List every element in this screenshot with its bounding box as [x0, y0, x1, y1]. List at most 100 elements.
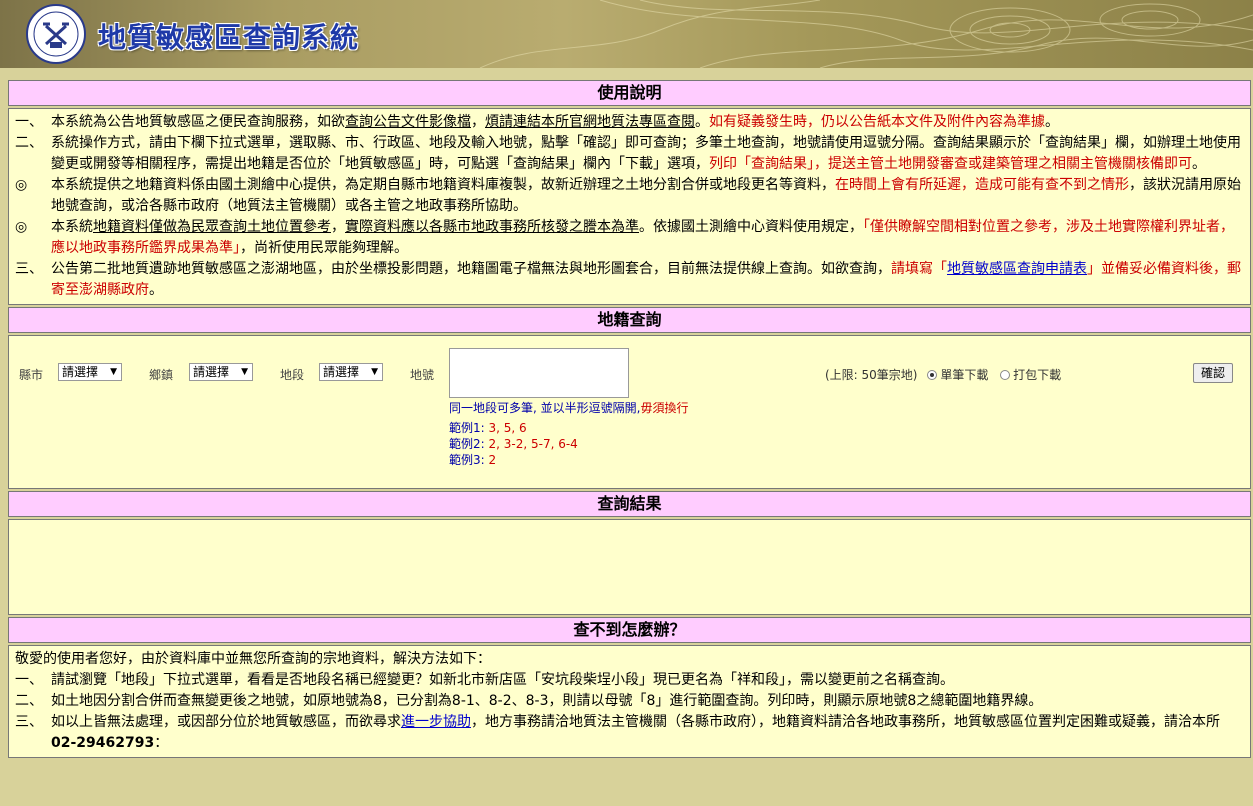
list-item-text: 公告第二批地質遺跡地質敏感區之澎湖地區，由於坐標投影問題，地籍圖電子檔無法與地形…: [51, 259, 1244, 301]
text-segment: 。: [1045, 114, 1059, 130]
example-2: 範例2: 2, 3-2, 5-7, 6-4: [449, 436, 578, 452]
list-item-text: 系統操作方式，請由下欄下拉式選單，選取縣、市、行政區、地段及輸入地號，點擊「確認…: [51, 133, 1244, 175]
list-item-text: 如土地因分割合併而查無變更後之地號，如原地號為8，已分割為8-1、8-2、8-3…: [51, 691, 1244, 712]
example-value: 2: [488, 453, 497, 467]
parcel-hint-warning: 毋須換行: [640, 401, 689, 415]
help-item: 三、 如以上皆無法處理，或因部分位於地質敏感區，而欲尋求進一步協助，地方事務請洽地…: [15, 712, 1244, 754]
chevron-down-icon: ▼: [371, 367, 378, 377]
section-select[interactable]: 請選擇 ▼: [319, 363, 383, 381]
example-value: 2, 3-2, 5-7, 6-4: [488, 437, 578, 451]
county-label: 縣市: [19, 368, 44, 382]
township-select-value: 請選擇: [193, 365, 230, 379]
limit-text: (上限: 50筆宗地): [825, 368, 918, 382]
single-download-label: 單筆下載: [940, 368, 989, 382]
list-item-text: 本系統地籍資料僅做為民眾查詢土地位置參考，實際資料應以各縣市地政事務所核發之謄本…: [51, 217, 1244, 259]
bulk-download-radio[interactable]: [1000, 370, 1011, 380]
usage-item: 一、 本系統為公告地質敏感區之便民查詢服務，如欲查詢公告文件影像檔，煩請連結本所官…: [15, 112, 1244, 133]
text-segment: 。: [149, 282, 163, 298]
text-segment: 本系統為公告地質敏感區之便民查詢服務，如欲: [51, 114, 345, 130]
list-item-text: 請試瀏覽「地段」下拉式選單，看看是否地段名稱已經變更？如新北市新店區「安坑段柴埕…: [51, 670, 1244, 691]
text-segment: ，: [471, 114, 485, 130]
text-segment[interactable]: 地籍資料僅做為民眾查詢土地位置參考: [93, 219, 331, 235]
site-title: 地質敏感區查詢系統: [98, 21, 360, 54]
text-segment[interactable]: 實際資料應以各縣市地政事務所核發之謄本為準: [345, 219, 639, 235]
help-section-title: 查不到怎麼辦？: [8, 617, 1251, 643]
agency-seal-icon: [26, 4, 86, 64]
text-segment: 請填寫「: [891, 261, 947, 277]
list-marker: ◎: [15, 177, 28, 193]
example-label: 範例1:: [449, 421, 489, 435]
list-item-text: 本系統提供之地籍資料係由國土測繪中心提供，為定期自縣市地籍資料庫複製，故新近辦理…: [51, 175, 1244, 217]
usage-item: 三、 公告第二批地質遺跡地質敏感區之澎湖地區，由於坐標投影問題，地籍圖電子檔無法與…: [15, 259, 1244, 301]
parcel-label: 地號: [410, 368, 435, 382]
example-label: 範例2:: [449, 437, 489, 451]
usage-section: 一、 本系統為公告地質敏感區之便民查詢服務，如欲查詢公告文件影像檔，煩請連結本所官…: [8, 108, 1251, 305]
township-select[interactable]: 請選擇 ▼: [189, 363, 253, 381]
usage-item: ◎ 本系統地籍資料僅做為民眾查詢土地位置參考，實際資料應以各縣市地政事務所核發之謄…: [15, 217, 1244, 259]
text-segment: 。: [1192, 156, 1206, 172]
text-segment[interactable]: 查詢公告文件影像檔: [345, 114, 471, 130]
text-segment: 如以上皆無法處理，或因部分位於地質敏感區，而欲尋求: [51, 714, 401, 730]
bulk-download-label: 打包下載: [1013, 368, 1062, 382]
text-segment: ，尚祈使用民眾能夠理解。: [240, 240, 408, 256]
cadastre-query-panel: 縣市 請選擇 ▼ 鄉鎮 請選擇 ▼ 地段 請選擇 ▼ 地號 同一地段可多筆, 並…: [8, 335, 1251, 489]
help-items: 一、 請試瀏覽「地段」下拉式選單，看看是否地段名稱已經變更？如新北市新店區「安坑段…: [15, 670, 1244, 754]
example-value: 3, 5, 6: [488, 421, 527, 435]
list-marker: ◎: [15, 219, 28, 235]
usage-section-title: 使用說明: [8, 80, 1251, 106]
inline-link[interactable]: 進一步協助: [401, 714, 471, 730]
parcel-number-textarea[interactable]: [449, 348, 629, 398]
section-select-value: 請選擇: [323, 365, 360, 379]
example-3: 範例3: 2: [449, 452, 496, 468]
example-1: 範例1: 3, 5, 6: [449, 420, 527, 436]
text-segment: 02-29462793: [51, 735, 155, 751]
help-section: 敬愛的使用者您好，由於資料庫中並無您所查詢的宗地資料，解決方法如下： 一、 請試瀏…: [8, 645, 1251, 758]
chevron-down-icon: ▼: [241, 367, 248, 377]
list-marker: 一、: [15, 114, 43, 130]
text-segment: 本系統提供之地籍資料係由國土測繪中心提供，為定期自縣市地籍資料庫複製，故新近辦理…: [51, 177, 835, 193]
results-panel: [8, 519, 1251, 615]
text-segment: 如有疑義發生時，仍以公告紙本文件及附件內容為準據: [709, 114, 1045, 130]
text-segment: 請試瀏覽「地段」下拉式選單，看看是否地段名稱已經變更？如新北市新店區「安坑段柴埕…: [51, 672, 954, 688]
main-content: 使用說明 一、 本系統為公告地質敏感區之便民查詢服務，如欲查詢公告文件影像檔，煩請…: [8, 80, 1251, 760]
header-banner: 地質敏感區查詢系統: [0, 0, 1253, 68]
text-segment: 。: [695, 114, 709, 130]
text-segment: 列印「查詢結果」，提送主管土地開發審查或建築管理之相關主管機關核備即可: [709, 156, 1192, 172]
usage-item: ◎ 本系統提供之地籍資料係由國土測繪中心提供，為定期自縣市地籍資料庫複製，故新近辦…: [15, 175, 1244, 217]
text-segment: 在時間上會有所延遲，造成可能有查不到之情形: [835, 177, 1129, 193]
section-label: 地段: [280, 368, 305, 382]
inline-link[interactable]: 地質敏感區查詢申請表: [947, 261, 1087, 277]
confirm-button[interactable]: 確認: [1193, 363, 1233, 383]
list-marker: 二、: [15, 693, 43, 709]
help-item: 一、 請試瀏覽「地段」下拉式選單，看看是否地段名稱已經變更？如新北市新店區「安坑段…: [15, 670, 1244, 691]
list-item-text: 本系統為公告地質敏感區之便民查詢服務，如欲查詢公告文件影像檔，煩請連結本所官網地…: [51, 112, 1244, 133]
list-marker: 二、: [15, 135, 43, 151]
cadastre-section-title: 地籍查詢: [8, 307, 1251, 333]
results-section-title: 查詢結果: [8, 491, 1251, 517]
single-download-radio[interactable]: [927, 370, 938, 380]
list-marker: 一、: [15, 672, 43, 688]
county-select-value: 請選擇: [62, 365, 99, 379]
text-segment: ，地方事務請洽地質法主管機關（各縣市政府），地籍資料請洽各地政事務所，地質敏感區…: [471, 714, 1220, 730]
example-label: 範例3:: [449, 453, 489, 467]
list-item-text: 如以上皆無法處理，或因部分位於地質敏感區，而欲尋求進一步協助，地方事務請洽地質法…: [51, 712, 1244, 754]
text-segment: 。依據國土測繪中心資料使用規定，: [639, 219, 863, 235]
text-segment: 本系統: [51, 219, 93, 235]
list-marker: 三、: [15, 261, 43, 277]
help-list: 敬愛的使用者您好，由於資料庫中並無您所查詢的宗地資料，解決方法如下： 一、 請試瀏…: [9, 646, 1250, 757]
list-marker: 三、: [15, 714, 43, 730]
county-select[interactable]: 請選擇 ▼: [58, 363, 122, 381]
chevron-down-icon: ▼: [110, 367, 117, 377]
text-segment: ，: [331, 219, 345, 235]
text-segment: 公告第二批地質遺跡地質敏感區之澎湖地區，由於坐標投影問題，地籍圖電子檔無法與地形…: [51, 261, 891, 277]
download-options: (上限: 50筆宗地) 單筆下載 打包下載: [825, 366, 1061, 383]
help-intro-text: 敬愛的使用者您好，由於資料庫中並無您所查詢的宗地資料，解決方法如下：: [15, 651, 491, 667]
township-label: 鄉鎮: [149, 368, 174, 382]
text-segment: ：: [154, 735, 169, 751]
help-item: 二、 如土地因分割合併而查無變更後之地號，如原地號為8，已分割為8-1、8-2、8…: [15, 691, 1244, 712]
usage-item: 二、 系統操作方式，請由下欄下拉式選單，選取縣、市、行政區、地段及輸入地號，點擊「…: [15, 133, 1244, 175]
parcel-hint-text: 同一地段可多筆, 並以半形逗號隔開,: [449, 401, 641, 415]
text-segment[interactable]: 煩請連結本所官網地質法專區查閱: [485, 114, 695, 130]
usage-list: 一、 本系統為公告地質敏感區之便民查詢服務，如欲查詢公告文件影像檔，煩請連結本所官…: [9, 109, 1250, 304]
help-intro: 敬愛的使用者您好，由於資料庫中並無您所查詢的宗地資料，解決方法如下：: [15, 649, 1244, 670]
